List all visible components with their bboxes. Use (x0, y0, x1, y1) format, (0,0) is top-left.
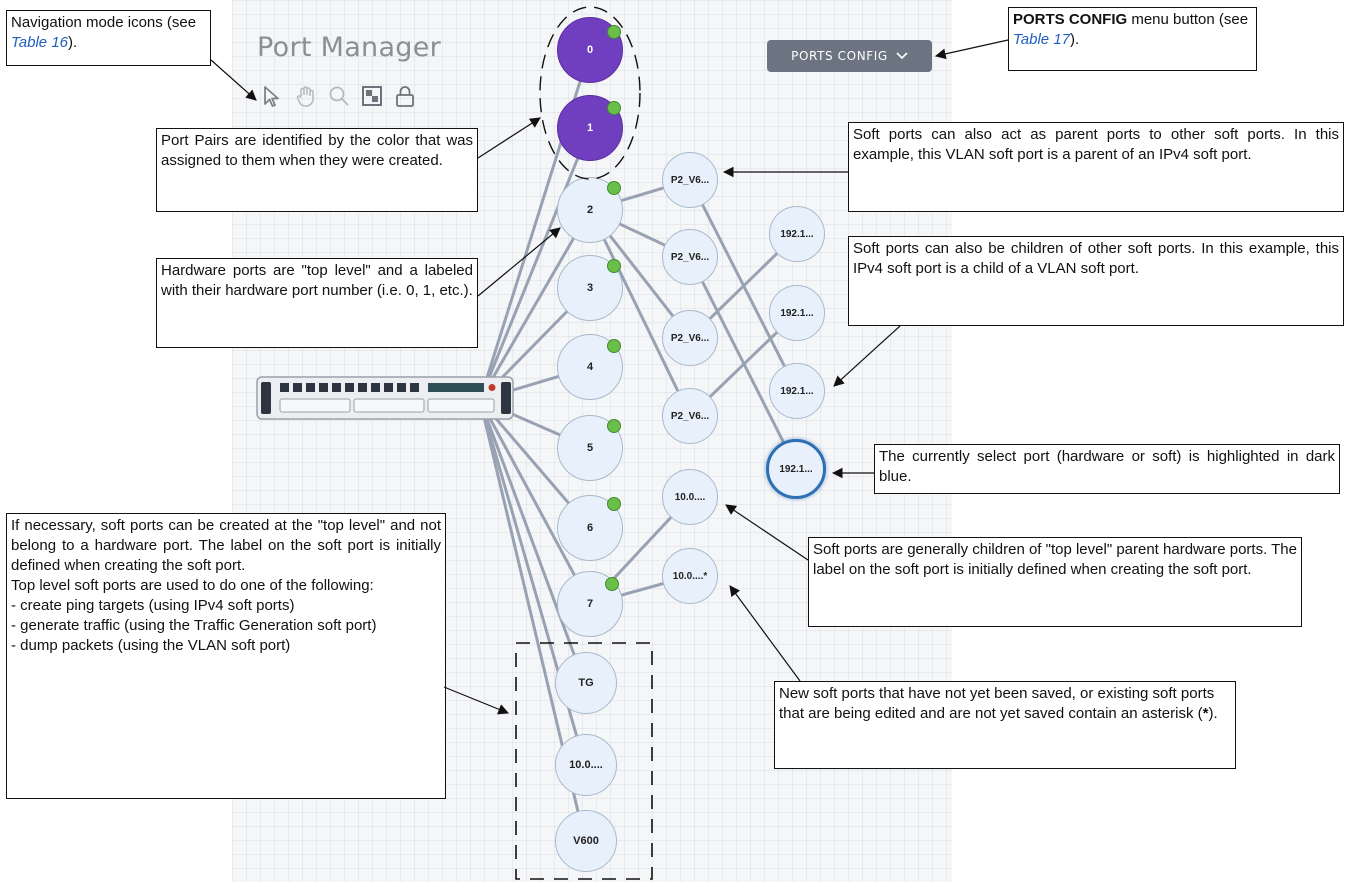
soft-port-ipv4-child-unsaved[interactable]: 10.0....* (662, 548, 718, 604)
port-label: P2_V6... (670, 174, 710, 186)
soft-port-vlan-top[interactable]: V600 (555, 810, 617, 872)
status-dot (607, 419, 621, 433)
callout-ports-config: PORTS CONFIG menu button (see Table 17). (1008, 7, 1257, 71)
port-label: 192.1... (780, 228, 814, 240)
soft-port-ipv4-3[interactable]: 192.1... (769, 363, 825, 419)
callout-list-item: - generate traffic (using the Traffic Ge… (11, 617, 377, 634)
soft-port-vlan-2[interactable]: P2_V6... (662, 229, 718, 285)
callout-asterisk: New soft ports that have not yet been sa… (774, 681, 1236, 769)
status-dot (607, 25, 621, 39)
callout-text: Top level soft ports are used to do one … (11, 577, 374, 594)
port-label: 192.1... (780, 385, 814, 397)
callout-text: Port Pairs are identified by the color t… (161, 132, 473, 169)
soft-port-tg[interactable]: TG (555, 652, 617, 714)
soft-port-ipv4-selected[interactable]: 192.1... (766, 439, 826, 499)
callout-text: Hardware ports are "top level" and a lab… (161, 262, 473, 299)
status-dot (605, 577, 619, 591)
port-label: V600 (573, 835, 599, 847)
port-label: 7 (586, 598, 594, 610)
port-label: P2_V6... (670, 410, 710, 422)
table-link[interactable]: Table 17 (1013, 31, 1070, 48)
callout-text: Soft ports can also be children of other… (853, 240, 1339, 277)
port-label: 6 (586, 522, 594, 534)
callout-text: Soft ports are generally children of "to… (813, 541, 1297, 578)
callout-selected-port: The currently select port (hardware or s… (874, 444, 1340, 494)
callout-navigation-icons: Navigation mode icons (see Table 16). (6, 10, 211, 66)
callout-text: ). (1070, 31, 1080, 48)
callout-text: Soft ports can also act as parent ports … (853, 126, 1339, 163)
port-label: 2 (586, 204, 594, 216)
status-dot (607, 181, 621, 195)
callout-text: The currently select port (hardware or s… (879, 448, 1335, 485)
soft-port-ipv4-top[interactable]: 10.0.... (555, 734, 617, 796)
callout-port-pairs: Port Pairs are identified by the color t… (156, 128, 478, 212)
status-dot (607, 497, 621, 511)
soft-port-vlan-3[interactable]: P2_V6... (662, 310, 718, 366)
callout-text: menu button (see (1127, 11, 1249, 28)
callout-soft-generally: Soft ports are generally children of "to… (808, 537, 1302, 627)
callout-text: ). (1208, 705, 1218, 722)
port-label: P2_V6... (670, 332, 710, 344)
port-label: 10.0....* (672, 570, 708, 582)
callout-text: ). (68, 34, 78, 51)
callout-top-level: If necessary, soft ports can be created … (6, 513, 446, 799)
port-label: 10.0.... (569, 759, 603, 771)
table-link[interactable]: Table 16 (11, 34, 68, 51)
callout-soft-parent: Soft ports can also act as parent ports … (848, 122, 1344, 212)
port-label: P2_V6... (670, 251, 710, 263)
callout-list-item: - create ping targets (using IPv4 soft p… (11, 597, 295, 614)
callout-bold: PORTS CONFIG (1013, 11, 1128, 28)
status-dot (607, 339, 621, 353)
soft-port-ipv4-child-1[interactable]: 10.0.... (662, 469, 718, 525)
status-dot (607, 259, 621, 273)
callout-text: If necessary, soft ports can be created … (11, 517, 441, 574)
soft-port-ipv4-1[interactable]: 192.1... (769, 206, 825, 262)
callout-text: New soft ports that have not yet been sa… (779, 685, 1215, 722)
port-label: 4 (586, 361, 594, 373)
callout-list-item: - dump packets (using the VLAN soft port… (11, 637, 291, 654)
port-label: 3 (586, 282, 594, 294)
soft-port-ipv4-2[interactable]: 192.1... (769, 285, 825, 341)
callout-soft-child: Soft ports can also be children of other… (848, 236, 1344, 326)
port-label: 192.1... (780, 307, 814, 319)
port-label: 192.1... (779, 463, 813, 475)
callout-hardware-ports: Hardware ports are "top level" and a lab… (156, 258, 478, 348)
server-chassis[interactable] (256, 376, 516, 420)
soft-port-vlan-1[interactable]: P2_V6... (662, 152, 718, 208)
status-dot (607, 101, 621, 115)
port-label: TG (578, 677, 594, 689)
callout-text: Navigation mode icons (see (11, 14, 197, 31)
port-label: 1 (586, 122, 594, 134)
soft-port-vlan-4[interactable]: P2_V6... (662, 388, 718, 444)
port-label: 10.0.... (674, 491, 706, 503)
port-label: 5 (586, 442, 594, 454)
port-label: 0 (586, 44, 594, 56)
